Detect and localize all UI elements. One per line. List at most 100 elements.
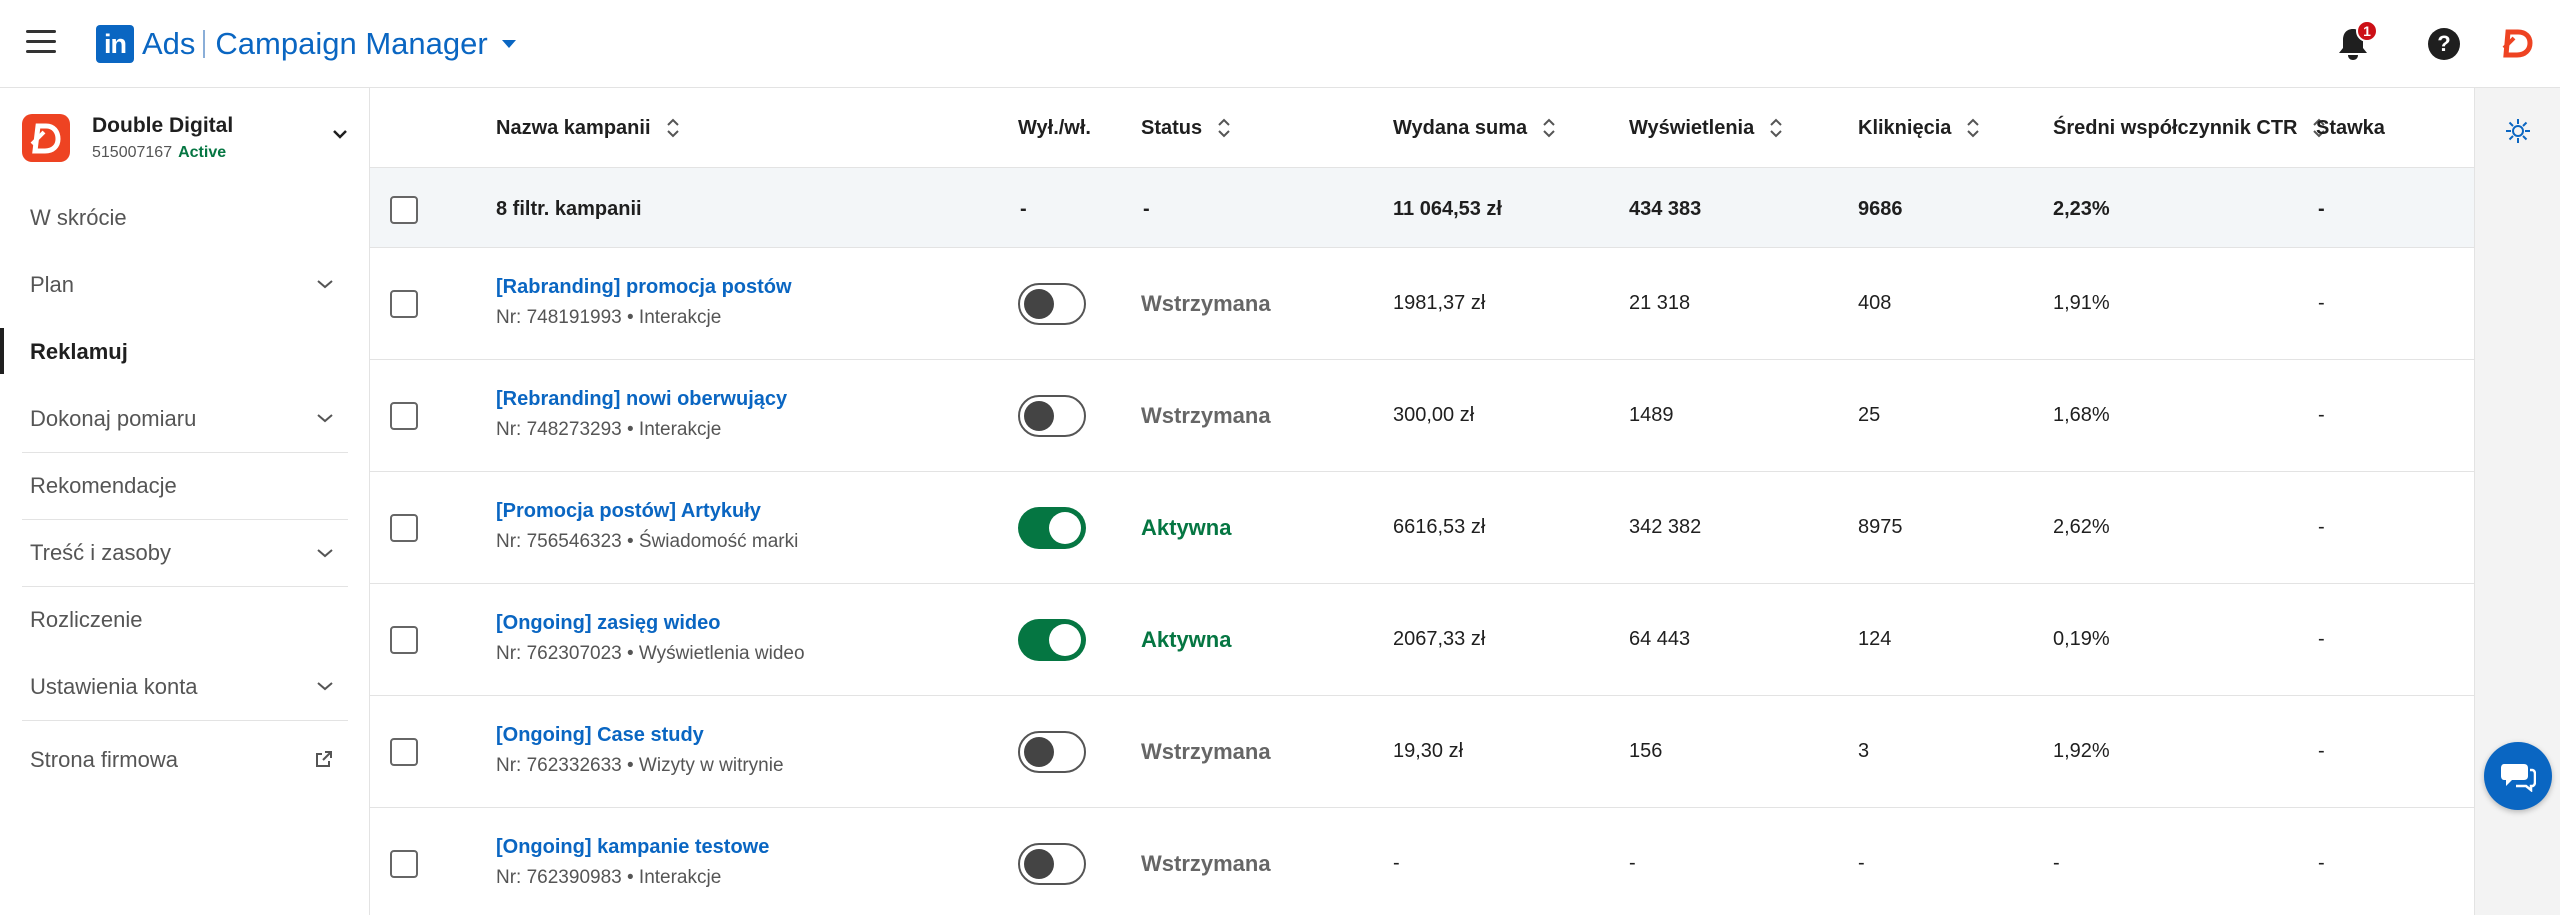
toggle-knob bbox=[1049, 512, 1081, 544]
column-header-label: Kliknięcia bbox=[1858, 116, 1952, 139]
sort-icon bbox=[1543, 118, 1555, 138]
campaign-impressions: - bbox=[1629, 852, 1636, 874]
campaign-toggle[interactable] bbox=[1018, 619, 1086, 661]
settings-icon[interactable] bbox=[2503, 116, 2533, 146]
row-checkbox[interactable] bbox=[390, 738, 418, 766]
campaign-name-link[interactable]: [Rebranding] nowi oberwujący bbox=[496, 388, 787, 411]
account-id-line: 515007167 Active bbox=[92, 144, 226, 162]
campaign-toggle[interactable] bbox=[1018, 731, 1086, 773]
brand[interactable]: in Ads Campaign Manager bbox=[96, 24, 516, 64]
campaign-bid: - bbox=[2318, 852, 2325, 874]
sidebar-item-account-settings[interactable]: Ustawienia konta bbox=[22, 653, 348, 720]
external-link-icon bbox=[316, 751, 332, 767]
sidebar-item-recommendations[interactable]: Rekomendacje bbox=[22, 452, 348, 519]
bell-icon[interactable]: 1 bbox=[2336, 20, 2378, 62]
campaign-cell: [Rebranding] nowi oberwujący Nr: 7482732… bbox=[496, 388, 787, 441]
summary-impressions: 434 383 bbox=[1629, 198, 1702, 220]
campaign-status: Wstrzymana bbox=[1141, 403, 1271, 428]
column-header-status[interactable]: Status bbox=[1141, 88, 1230, 168]
column-header-label: Stawka bbox=[2316, 116, 2385, 139]
account-switcher[interactable]: Double Digital 515007167 Active bbox=[22, 106, 352, 178]
campaign-ctr: 1,91% bbox=[2053, 292, 2110, 314]
column-header-name[interactable]: Nazwa kampanii bbox=[496, 88, 679, 168]
campaign-impressions: 64 443 bbox=[1629, 628, 1691, 650]
help-icon[interactable]: ? bbox=[2428, 28, 2460, 60]
column-header-label: Wył./wł. bbox=[1018, 116, 1091, 139]
user-logo-icon[interactable] bbox=[2500, 26, 2534, 60]
sidebar-item-content-assets[interactable]: Treść i zasoby bbox=[22, 519, 348, 586]
toggle-knob bbox=[1024, 289, 1054, 319]
campaign-cell: [Ongoing] zasięg wideo Nr: 762307023 • W… bbox=[496, 612, 805, 665]
account-logo bbox=[22, 114, 70, 162]
campaign-id-objective: Nr: 762307023 • Wyświetlenia wideo bbox=[496, 643, 805, 664]
campaign-name-link[interactable]: [Promocja postów] Artykuły bbox=[496, 500, 798, 523]
campaign-name-link[interactable]: [Ongoing] kampanie testowe bbox=[496, 836, 769, 859]
sidebar-item-billing[interactable]: Rozliczenie bbox=[22, 586, 348, 653]
campaign-toggle[interactable] bbox=[1018, 283, 1086, 325]
column-header-bid[interactable]: Stawka bbox=[2316, 88, 2385, 168]
sidebar-item-overview[interactable]: W skrócie bbox=[0, 184, 370, 251]
campaign-bid: - bbox=[2318, 292, 2325, 314]
campaign-name-link[interactable]: [Ongoing] zasięg wideo bbox=[496, 612, 805, 635]
sidebar-nav: W skrócie Plan Reklamuj Dokonaj pomiaru … bbox=[0, 184, 370, 798]
campaign-ctr: 0,19% bbox=[2053, 628, 2110, 650]
campaign-ctr: 1,92% bbox=[2053, 740, 2110, 762]
campaign-spend: 6616,53 zł bbox=[1393, 516, 1486, 538]
brand-separator bbox=[203, 30, 206, 58]
row-checkbox[interactable] bbox=[390, 514, 418, 542]
summary-ctr: 2,23% bbox=[2053, 198, 2110, 220]
campaign-name-link[interactable]: [Rabranding] promocja postów bbox=[496, 276, 792, 299]
campaign-id-objective: Nr: 756546323 • Świadomość marki bbox=[496, 531, 799, 552]
campaign-id-objective: Nr: 762390983 • Interakcje bbox=[496, 867, 722, 888]
sidebar-item-measure[interactable]: Dokonaj pomiaru bbox=[0, 385, 370, 452]
campaign-clicks: 8975 bbox=[1858, 516, 1903, 538]
campaign-cell: [Ongoing] Case study Nr: 762332633 • Wiz… bbox=[496, 724, 784, 777]
summary-bid: - bbox=[2318, 198, 2325, 220]
sidebar-item-label: Rekomendacje bbox=[30, 473, 177, 498]
sidebar-item-label: Reklamuj bbox=[30, 338, 128, 364]
column-header-ctr[interactable]: Średni współczynnik CTR bbox=[2053, 88, 2326, 168]
campaign-clicks: 124 bbox=[1858, 628, 1892, 650]
campaign-name-link[interactable]: [Ongoing] Case study bbox=[496, 724, 784, 747]
sidebar-item-label: Rozliczenie bbox=[30, 607, 143, 632]
table-row: [Ongoing] kampanie testowe Nr: 762390983… bbox=[370, 808, 2474, 915]
campaign-toggle[interactable] bbox=[1018, 395, 1086, 437]
campaign-cell: [Promocja postów] Artykuły Nr: 756546323… bbox=[496, 500, 798, 553]
campaign-clicks: 408 bbox=[1858, 292, 1892, 314]
chevron-down-icon bbox=[317, 682, 333, 691]
select-all-checkbox[interactable] bbox=[390, 196, 418, 224]
column-header-clicks[interactable]: Kliknięcia bbox=[1858, 88, 1980, 168]
campaign-spend: 300,00 zł bbox=[1393, 404, 1475, 426]
column-header-impressions[interactable]: Wyświetlenia bbox=[1629, 88, 1782, 168]
chevron-down-icon[interactable] bbox=[332, 126, 348, 142]
sort-icon bbox=[1967, 118, 1980, 138]
campaign-impressions: 156 bbox=[1629, 740, 1663, 762]
sidebar-item-advertise[interactable]: Reklamuj bbox=[0, 318, 370, 385]
top-bar: in Ads Campaign Manager 1 ? bbox=[0, 0, 2560, 88]
campaign-clicks: 25 bbox=[1858, 404, 1881, 426]
column-header-label: Status bbox=[1141, 116, 1203, 139]
campaign-spend: 2067,33 zł bbox=[1393, 628, 1486, 650]
brand-ads-label: Ads bbox=[142, 26, 196, 61]
campaign-impressions: 1489 bbox=[1629, 404, 1674, 426]
hamburger-icon[interactable] bbox=[26, 30, 56, 56]
row-checkbox[interactable] bbox=[390, 850, 418, 878]
sidebar: Double Digital 515007167 Active W skrócie… bbox=[0, 88, 370, 915]
row-checkbox[interactable] bbox=[390, 402, 418, 430]
campaign-spend: 19,30 zł bbox=[1393, 740, 1464, 762]
row-checkbox[interactable] bbox=[390, 626, 418, 654]
caret-down-icon[interactable] bbox=[501, 40, 516, 48]
chevron-down-icon bbox=[317, 549, 333, 558]
row-checkbox[interactable] bbox=[390, 290, 418, 318]
chat-icon[interactable] bbox=[2484, 742, 2552, 810]
campaign-status: Aktywna bbox=[1141, 627, 1232, 652]
sidebar-item-company-page[interactable]: Strona firmowa bbox=[22, 720, 348, 798]
column-header-spend[interactable]: Wydana suma bbox=[1393, 88, 1555, 168]
campaign-toggle[interactable] bbox=[1018, 507, 1086, 549]
sidebar-item-plan[interactable]: Plan bbox=[0, 251, 370, 318]
notification-badge: 1 bbox=[2356, 20, 2378, 42]
product-switcher-label[interactable]: Campaign Manager bbox=[215, 26, 487, 62]
sort-icon bbox=[1770, 118, 1782, 138]
sidebar-item-label: Plan bbox=[30, 271, 75, 297]
campaign-toggle[interactable] bbox=[1018, 843, 1086, 885]
